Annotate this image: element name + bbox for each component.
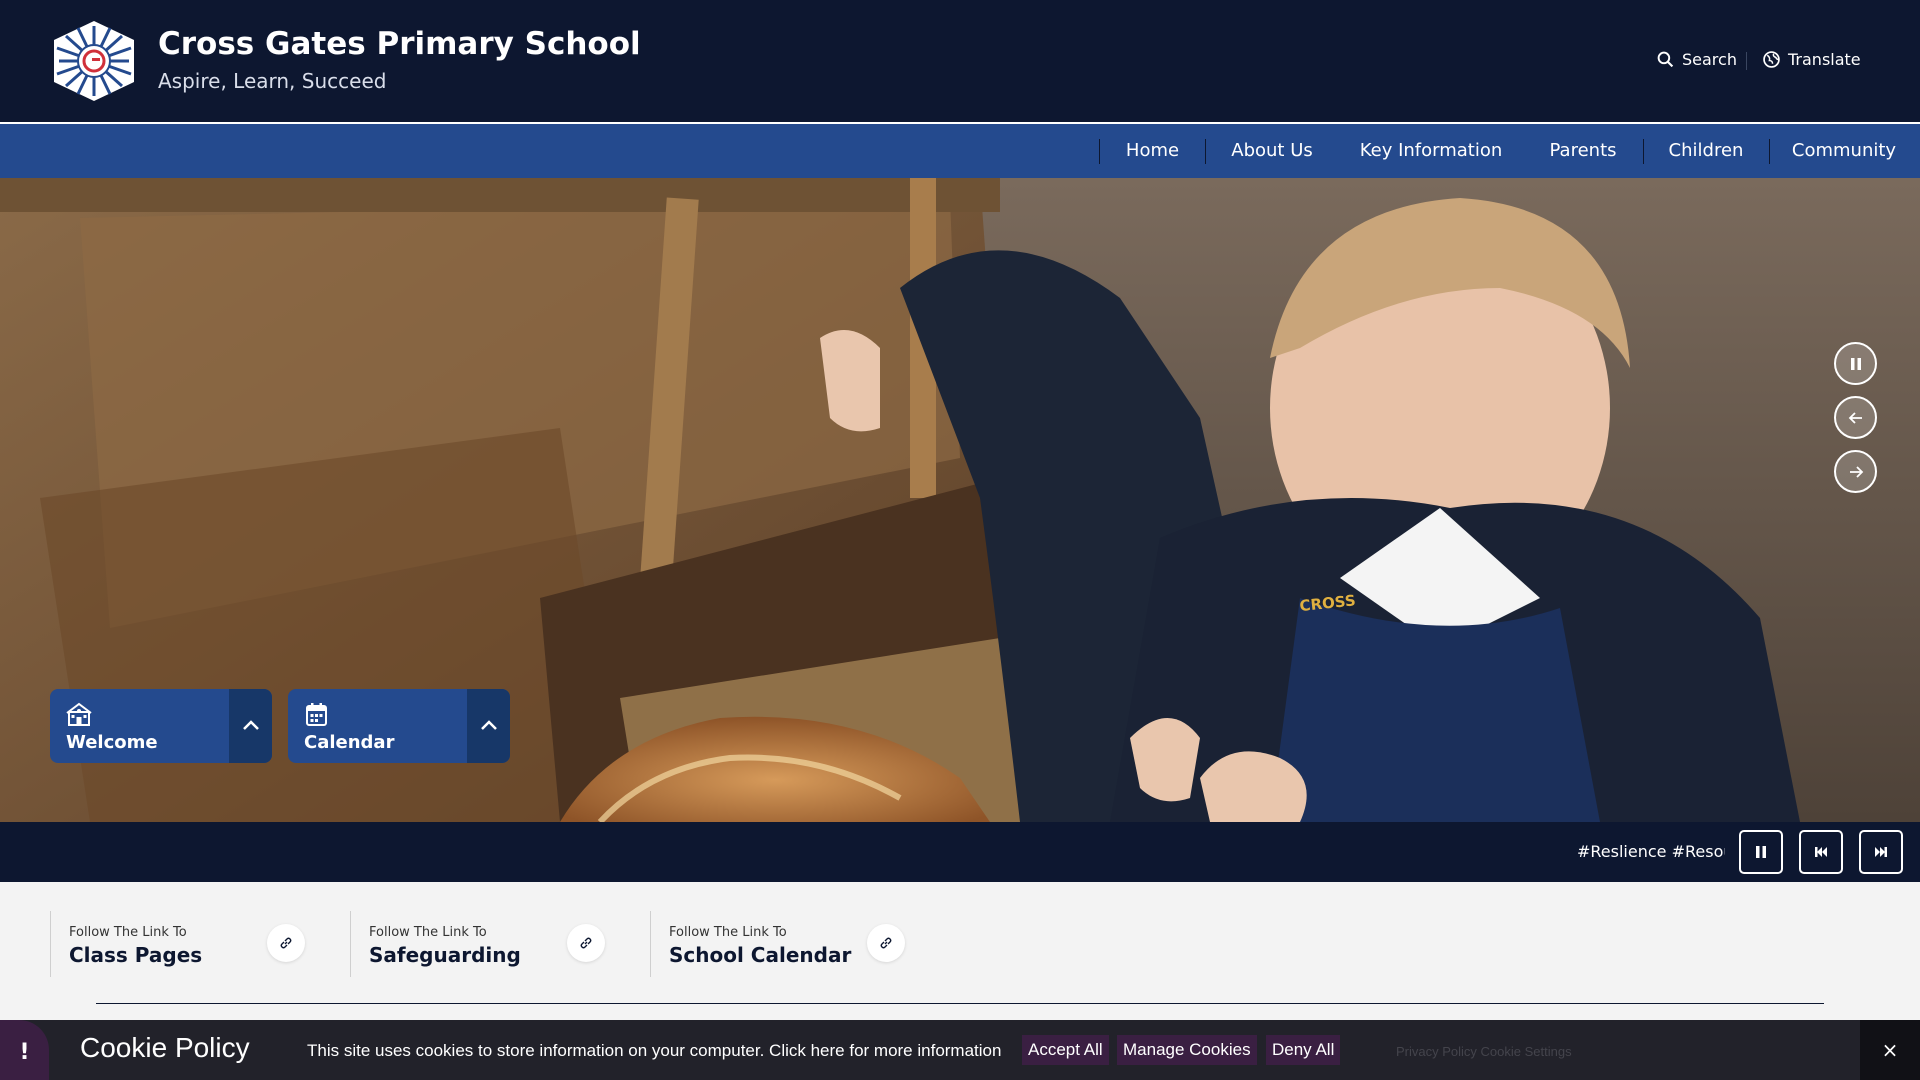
translate-label: Translate	[1788, 50, 1861, 69]
school-motto: Aspire, Learn, Succeed	[158, 69, 387, 93]
deny-all-button[interactable]: Deny All	[1266, 1035, 1341, 1065]
quick-link-prefix: Follow The Link To	[669, 925, 787, 940]
quick-link-prefix: Follow The Link To	[369, 925, 487, 940]
news-ticker: #Reslience #Resourc	[0, 822, 1920, 882]
hero-slideshow: CROSS Welcome Calendar	[0, 178, 1920, 822]
school-icon	[66, 702, 92, 726]
footer-links-behind: Privacy Policy Cookie Settings	[1396, 1044, 1572, 1059]
link-icon	[267, 924, 305, 962]
ticker-next-button[interactable]	[1859, 830, 1903, 874]
calendar-icon	[306, 703, 327, 726]
school-logo[interactable]	[48, 20, 140, 102]
quick-link-safeguarding[interactable]: Follow The Link To Safeguarding	[350, 911, 650, 977]
nav-divider	[1643, 139, 1644, 164]
pause-icon	[1850, 357, 1861, 370]
quick-link-title: School Calendar	[669, 943, 852, 967]
accept-all-button[interactable]: Accept All	[1022, 1035, 1109, 1065]
nav-item-parents[interactable]: Parents	[1536, 124, 1630, 178]
nav-item-children[interactable]: Children	[1654, 124, 1758, 178]
quick-link-title: Safeguarding	[369, 943, 521, 967]
chevron-up-icon	[242, 720, 259, 730]
nav-item-community[interactable]: Community	[1780, 124, 1908, 178]
translate-button[interactable]: Translate	[1763, 50, 1861, 69]
calendar-panel-label: Calendar	[304, 732, 395, 753]
skip-next-icon	[1875, 847, 1887, 857]
cookie-info-link[interactable]: This site uses cookies to store informat…	[307, 1041, 1001, 1061]
ticker-text[interactable]: #Reslience #Resourc	[1577, 822, 1725, 882]
site-header: Cross Gates Primary School Aspire, Learn…	[0, 0, 1920, 124]
pause-icon	[1756, 846, 1766, 858]
main-nav: Home About Us Key Information Parents Ch…	[0, 124, 1920, 178]
nav-divider	[1099, 139, 1100, 164]
link-icon	[567, 924, 605, 962]
welcome-panel-label: Welcome	[66, 732, 158, 753]
nav-item-home[interactable]: Home	[1110, 124, 1195, 178]
calendar-panel-toggle[interactable]	[467, 689, 510, 763]
nav-divider	[1205, 139, 1206, 164]
cookie-title: Cookie Policy	[80, 1032, 250, 1063]
footer-divider	[96, 1003, 1824, 1004]
close-icon[interactable]: ×	[1860, 1020, 1920, 1080]
skip-previous-icon	[1815, 847, 1827, 857]
utility-divider	[1746, 52, 1747, 70]
search-button[interactable]: Search	[1657, 50, 1737, 69]
school-name[interactable]: Cross Gates Primary School	[158, 26, 641, 62]
chevron-up-icon	[480, 720, 497, 730]
quick-link-prefix: Follow The Link To	[69, 925, 187, 940]
calendar-panel[interactable]: Calendar	[288, 689, 510, 763]
ticker-previous-button[interactable]	[1799, 830, 1843, 874]
quick-link-title: Class Pages	[69, 943, 203, 967]
welcome-panel-toggle[interactable]	[229, 689, 272, 763]
nav-item-about-us[interactable]: About Us	[1216, 124, 1328, 178]
quick-link-class-pages[interactable]: Follow The Link To Class Pages	[50, 911, 350, 977]
link-icon	[867, 924, 905, 962]
search-label: Search	[1682, 50, 1737, 69]
arrow-right-icon	[1849, 465, 1863, 478]
page: Cross Gates Primary School Aspire, Learn…	[0, 0, 1920, 1080]
hero-previous-button[interactable]	[1834, 396, 1877, 439]
quick-links: Follow The Link To Class Pages Follow Th…	[0, 882, 1920, 1020]
nav-item-key-information[interactable]: Key Information	[1356, 124, 1506, 178]
manage-cookies-button[interactable]: Manage Cookies	[1117, 1035, 1257, 1065]
hero-next-button[interactable]	[1834, 450, 1877, 493]
cookie-alert-icon[interactable]: !	[0, 1020, 49, 1080]
globe-icon	[1763, 51, 1780, 68]
welcome-panel[interactable]: Welcome	[50, 689, 272, 763]
arrow-left-icon	[1848, 411, 1862, 424]
quick-link-school-calendar[interactable]: Follow The Link To School Calendar	[650, 911, 950, 977]
cookie-banner: ! Cookie Policy This site uses cookies t…	[0, 1020, 1920, 1080]
search-icon	[1657, 51, 1674, 68]
hero-pause-button[interactable]	[1834, 342, 1877, 385]
nav-divider	[1769, 139, 1770, 164]
ticker-pause-button[interactable]	[1739, 830, 1783, 874]
